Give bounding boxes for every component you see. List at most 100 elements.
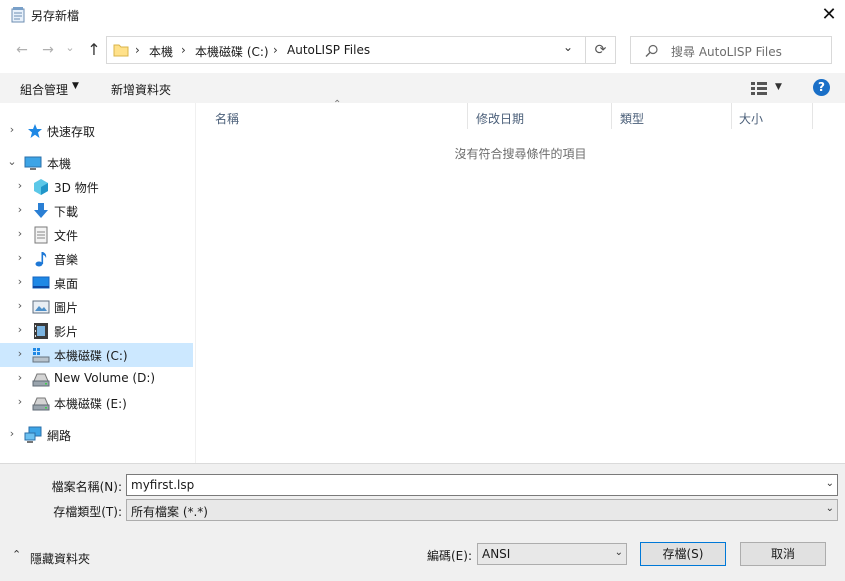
chevron-up-icon[interactable]: ⌃	[12, 548, 21, 561]
breadcrumb-separator: ›	[135, 43, 140, 57]
network-icon	[24, 426, 42, 443]
column-separator[interactable]	[731, 103, 732, 129]
sidebar-item-network[interactable]: › 網路	[0, 423, 193, 447]
sidebar-item-label: 本機磁碟 (E:)	[54, 397, 127, 411]
windows-drive-icon	[32, 348, 50, 363]
close-button[interactable]: ✕	[818, 4, 840, 26]
download-icon	[34, 203, 48, 218]
filetype-value: 所有檔案 (*.*)	[131, 505, 208, 519]
filename-input[interactable]: myfirst.lsp	[131, 478, 194, 492]
document-icon	[34, 226, 48, 244]
column-header-size[interactable]: 大小	[739, 110, 763, 127]
sidebar-item-drive-c[interactable]: › 本機磁碟 (C:)	[0, 343, 193, 367]
column-header-name[interactable]: 名稱	[215, 110, 239, 127]
search-icon	[645, 44, 658, 57]
pictures-icon	[32, 300, 50, 314]
sidebar-item-this-pc[interactable]: ⌄ 本機	[0, 151, 193, 175]
search-box[interactable]: 搜尋 AutoLISP Files	[630, 36, 832, 64]
chevron-down-icon[interactable]: ⌄	[826, 503, 834, 514]
sidebar-item-label: 影片	[54, 325, 79, 339]
refresh-button[interactable]: ⟳	[586, 36, 616, 64]
notepad-icon	[11, 7, 25, 23]
computer-icon	[24, 156, 42, 170]
sidebar-item-videos[interactable]: › 影片	[0, 319, 193, 343]
music-icon	[35, 252, 47, 267]
filename-combobox[interactable]: myfirst.lsp ⌄	[126, 474, 838, 496]
organize-dropdown-icon[interactable]: ▼	[72, 81, 79, 91]
column-header-type[interactable]: 類型	[620, 110, 644, 127]
expand-chevron-icon[interactable]: ›	[14, 299, 26, 312]
sidebar-item-documents[interactable]: › 文件	[0, 223, 193, 247]
sidebar-item-desktop[interactable]: › 桌面	[0, 271, 193, 295]
sidebar-item-downloads[interactable]: › 下載	[0, 199, 193, 223]
video-icon	[34, 323, 48, 339]
help-icon[interactable]: ?	[813, 79, 830, 96]
column-separator[interactable]	[467, 103, 468, 129]
hide-folders-button[interactable]: 隱藏資料夾	[30, 550, 90, 567]
new-folder-button[interactable]: 新增資料夾	[111, 81, 171, 98]
breadcrumb-autolisp-files[interactable]: AutoLISP Files	[287, 43, 370, 57]
address-bar[interactable]: › 本機 › 本機磁碟 (C:) › AutoLISP Files ⌄	[106, 36, 586, 64]
sidebar-item-3d-objects[interactable]: › 3D 物件	[0, 175, 193, 199]
save-button[interactable]: 存檔(S)	[640, 542, 726, 566]
recent-locations-button[interactable]: ⌄	[60, 38, 80, 58]
expand-chevron-icon[interactable]: ›	[6, 123, 18, 136]
sidebar-item-label: 圖片	[54, 301, 79, 315]
folder-icon	[113, 44, 129, 57]
sort-arrow-icon: ⌃	[333, 99, 342, 110]
view-dropdown-icon[interactable]: ▼	[775, 82, 782, 92]
expand-chevron-icon[interactable]: ›	[14, 227, 26, 240]
filetype-label: 存檔類型(T):	[53, 505, 122, 519]
chevron-down-icon[interactable]: ⌄	[615, 547, 623, 558]
expand-chevron-icon[interactable]: ›	[14, 395, 26, 408]
expand-chevron-icon[interactable]: ›	[14, 251, 26, 264]
filetype-select[interactable]: 所有檔案 (*.*) ⌄	[126, 499, 838, 521]
encoding-select[interactable]: ANSI ⌄	[477, 543, 627, 565]
command-bar: 組合管理 ▼ 新增資料夾 ▼ ?	[0, 73, 845, 103]
back-button[interactable]: ←	[12, 40, 32, 60]
expand-chevron-icon[interactable]: ›	[14, 371, 26, 384]
star-icon	[28, 124, 42, 138]
sidebar-item-label: 文件	[54, 229, 79, 243]
sidebar-item-quick-access[interactable]: › 快速存取	[0, 119, 193, 143]
window-title: 另存新檔	[31, 9, 80, 23]
up-button[interactable]: ↑	[84, 40, 104, 60]
cube-icon	[34, 179, 48, 195]
expand-chevron-icon[interactable]: ›	[14, 347, 26, 360]
breadcrumb-separator: ›	[273, 43, 278, 57]
forward-button[interactable]: →	[38, 40, 58, 60]
title-bar: 另存新檔 ✕	[0, 0, 845, 30]
breadcrumb-drive-c[interactable]: 本機磁碟 (C:)	[195, 43, 269, 60]
expand-chevron-icon[interactable]: ›	[6, 427, 18, 440]
chevron-down-icon[interactable]: ⌄	[826, 478, 834, 489]
column-separator[interactable]	[812, 103, 813, 129]
organize-menu[interactable]: 組合管理	[20, 81, 68, 98]
sidebar-item-label: 本機	[47, 157, 72, 171]
sidebar-item-drive-e[interactable]: › 本機磁碟 (E:)	[0, 391, 193, 415]
column-separator[interactable]	[611, 103, 612, 129]
breadcrumb-this-pc[interactable]: 本機	[149, 43, 173, 60]
expand-chevron-icon[interactable]: ›	[14, 275, 26, 288]
sidebar-item-label: New Volume (D:)	[54, 371, 156, 385]
encoding-value: ANSI	[482, 547, 511, 561]
column-header-date-modified[interactable]: 修改日期	[476, 110, 524, 127]
breadcrumb-separator: ›	[181, 43, 186, 57]
expand-chevron-icon[interactable]: ›	[14, 323, 26, 336]
sidebar-item-label: 桌面	[54, 277, 79, 291]
search-placeholder: 搜尋 AutoLISP Files	[671, 45, 782, 59]
sidebar-item-label: 下載	[54, 205, 79, 219]
address-dropdown-icon[interactable]: ⌄	[563, 40, 573, 54]
view-options-icon[interactable]	[750, 81, 768, 95]
navigation-pane: › 快速存取 ⌄ 本機 › 3D 物件 › 下載 › 文件 › 音樂 › 桌面 …	[0, 103, 195, 463]
sidebar-item-drive-d[interactable]: › New Volume (D:)	[0, 367, 193, 391]
filename-label: 檔案名稱(N):	[51, 480, 122, 494]
cancel-button[interactable]: 取消	[740, 542, 826, 566]
sidebar-item-pictures[interactable]: › 圖片	[0, 295, 193, 319]
collapse-chevron-icon[interactable]: ⌄	[6, 155, 18, 168]
sidebar-item-label: 網路	[47, 429, 72, 443]
sidebar-item-label: 快速存取	[47, 125, 96, 139]
encoding-label: 編碼(E):	[427, 549, 472, 563]
sidebar-item-music[interactable]: › 音樂	[0, 247, 193, 271]
expand-chevron-icon[interactable]: ›	[14, 203, 26, 216]
expand-chevron-icon[interactable]: ›	[14, 179, 26, 192]
